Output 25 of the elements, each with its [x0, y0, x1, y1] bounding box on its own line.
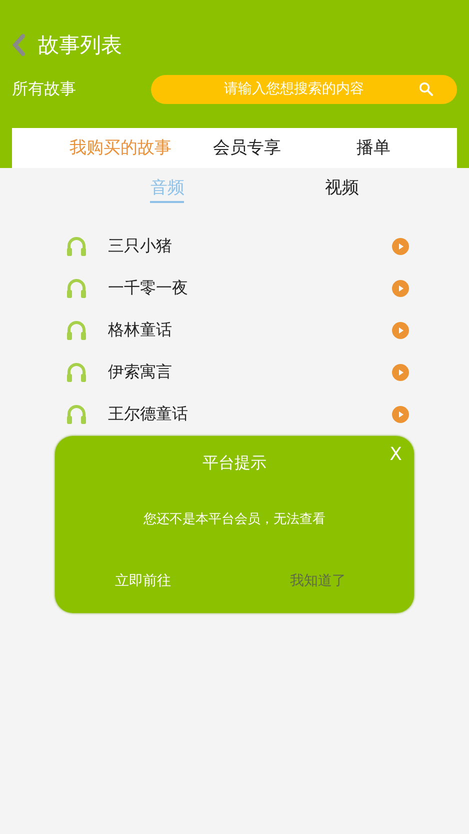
story-title[interactable]: 伊索寓言: [108, 362, 392, 382]
back-icon[interactable]: [12, 34, 26, 56]
tab[interactable]: 会员专享: [208, 132, 285, 164]
page-title: 故事列表: [38, 32, 122, 60]
search-field[interactable]: 请输入您想搜索的内容: [151, 74, 457, 104]
play-icon[interactable]: [392, 280, 409, 296]
dialog-title: 平台提示: [202, 453, 266, 474]
story-title[interactable]: 格林童话: [108, 320, 392, 340]
search-icon[interactable]: [419, 82, 433, 96]
story-title[interactable]: 王尔德童话: [108, 404, 392, 424]
headphones-icon: [66, 362, 87, 382]
headphones-icon: [66, 320, 87, 340]
play-icon[interactable]: [392, 406, 409, 422]
play-icon[interactable]: [392, 322, 409, 338]
headphones-icon: [66, 278, 87, 298]
headphones-icon: [66, 404, 87, 424]
story-title[interactable]: 一千零一夜: [108, 278, 392, 298]
tab[interactable]: 播单: [352, 132, 395, 164]
headphones-icon: [66, 236, 87, 256]
section-label: 所有故事: [12, 78, 76, 100]
story-title[interactable]: 三只小猪: [108, 236, 392, 256]
dialog-message: 您还不是本平台会员，无法查看: [144, 511, 326, 528]
media-tab[interactable]: 视频: [324, 176, 359, 203]
play-icon[interactable]: [392, 364, 409, 380]
play-icon[interactable]: [392, 238, 409, 254]
